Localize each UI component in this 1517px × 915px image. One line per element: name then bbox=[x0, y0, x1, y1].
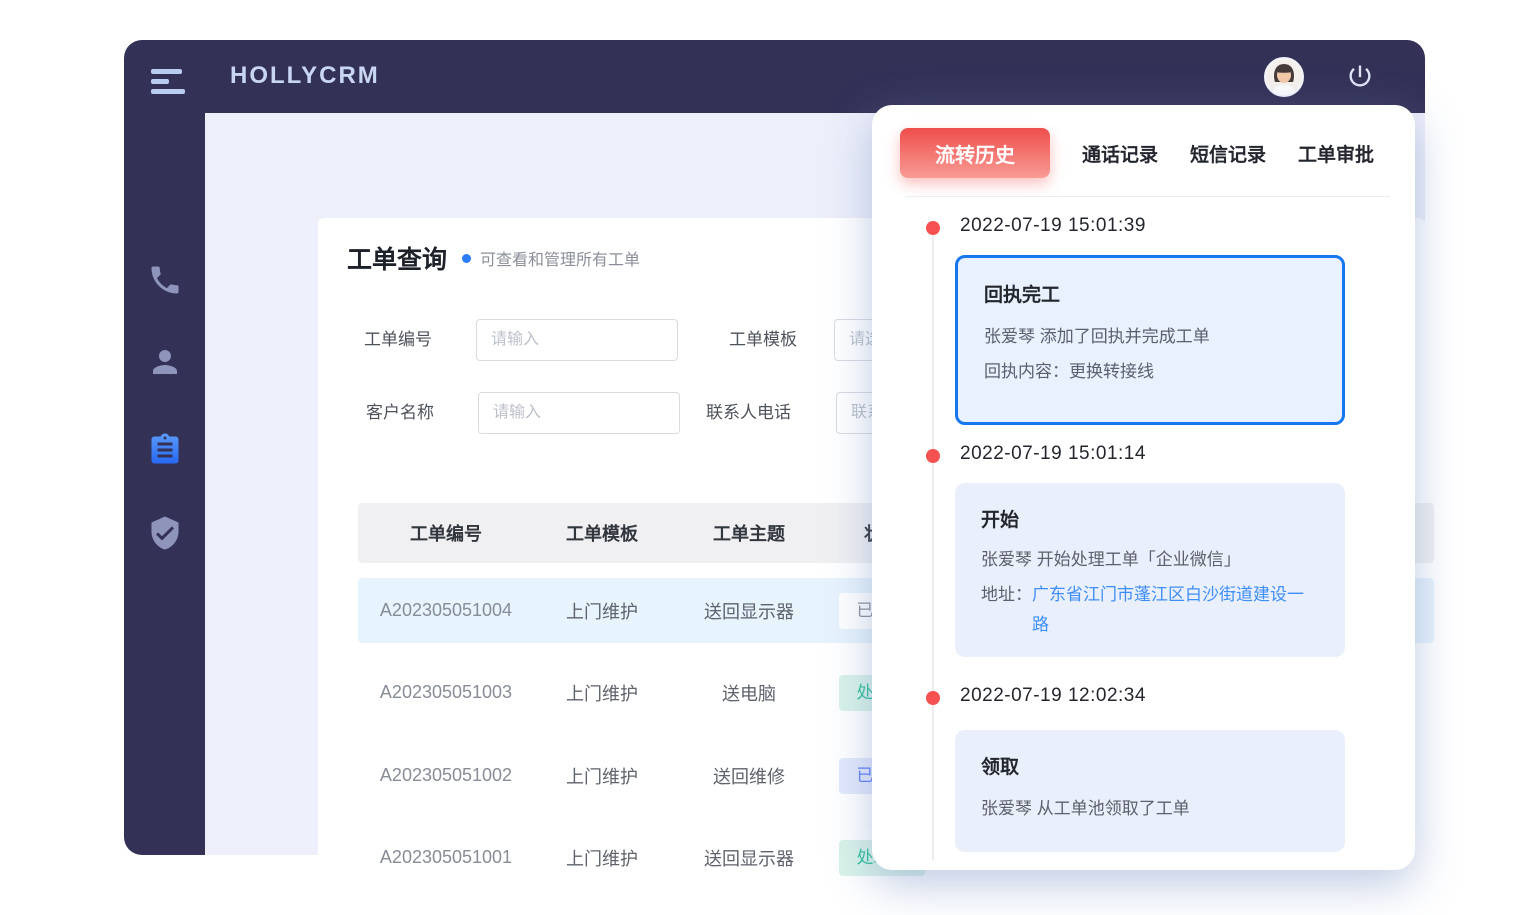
address-link[interactable]: 广东省江门市蓬江区白沙街道建设一路 bbox=[1032, 580, 1312, 640]
timeline-card-title: 开始 bbox=[981, 505, 1319, 532]
table-header-order-id: 工单编号 bbox=[358, 520, 534, 546]
tab-sms-records[interactable]: 短信记录 bbox=[1190, 140, 1266, 167]
brand-logo: HOLLYCRM bbox=[230, 62, 380, 90]
user-avatar[interactable] bbox=[1264, 57, 1304, 97]
timeline-card-claim[interactable]: 领取 张爱琴 从工单池领取了工单 bbox=[955, 730, 1345, 852]
timeline-dot bbox=[926, 449, 940, 463]
logout-power-icon[interactable] bbox=[1346, 62, 1374, 90]
shield-check-icon bbox=[147, 515, 183, 551]
timeline-card-title: 领取 bbox=[981, 752, 1319, 779]
timeline-dot bbox=[926, 221, 940, 235]
timeline-timestamp: 2022-07-19 15:01:39 bbox=[960, 215, 1146, 237]
timeline-card-text: 回执内容：更换转接线 bbox=[984, 354, 1316, 389]
timeline-card-text: 张爱琴 从工单池领取了工单 bbox=[981, 791, 1319, 826]
tab-order-approval[interactable]: 工单审批 bbox=[1298, 140, 1374, 167]
panel-tabs: 流转历史 通话记录 短信记录 工单审批 bbox=[900, 128, 1374, 178]
contacts-icon bbox=[147, 344, 183, 380]
filter-label-order-id: 工单编号 bbox=[364, 319, 432, 361]
filter-label-customer: 客户名称 bbox=[366, 392, 434, 434]
address-label: 地址： bbox=[981, 580, 1032, 640]
avatar-image bbox=[1266, 59, 1302, 95]
timeline-timestamp: 2022-07-19 12:02:34 bbox=[960, 685, 1146, 707]
screen: HOLLYCRM bbox=[0, 0, 1517, 915]
tabs-divider bbox=[905, 196, 1390, 197]
timeline-card-start[interactable]: 开始 张爱琴 开始处理工单「企业微信」 地址： 广东省江门市蓬江区白沙街道建设一… bbox=[955, 483, 1345, 657]
page-title: 工单查询 bbox=[347, 240, 447, 276]
table-header-subject: 工单主题 bbox=[670, 520, 828, 546]
timeline-card-text: 张爱琴 开始处理工单「企业微信」 bbox=[981, 544, 1319, 576]
topbar: HOLLYCRM bbox=[124, 40, 1425, 113]
customer-name-input[interactable] bbox=[478, 392, 680, 434]
detail-panel: 流转历史 通话记录 短信记录 工单审批 2022-07-19 15:01:39 … bbox=[872, 105, 1415, 870]
timeline-card-completed[interactable]: 回执完工 张爱琴 添加了回执并完成工单 回执内容：更换转接线 bbox=[955, 255, 1345, 425]
filter-label-template: 工单模板 bbox=[729, 319, 797, 361]
timeline-line bbox=[932, 235, 934, 860]
sidebar-item-phone[interactable] bbox=[147, 262, 183, 298]
page-subtitle: 可查看和管理所有工单 bbox=[480, 246, 640, 270]
menu-toggle-icon[interactable] bbox=[151, 69, 185, 97]
filter-label-contact-phone: 联系人电话 bbox=[706, 392, 791, 434]
sidebar-item-security[interactable] bbox=[147, 515, 183, 551]
phone-icon bbox=[147, 262, 183, 298]
subtitle-dot bbox=[462, 254, 471, 263]
tab-flow-history[interactable]: 流转历史 bbox=[900, 128, 1050, 178]
sidebar-item-work-orders[interactable] bbox=[147, 432, 183, 468]
tab-call-records[interactable]: 通话记录 bbox=[1082, 140, 1158, 167]
timeline-timestamp: 2022-07-19 15:01:14 bbox=[960, 443, 1146, 465]
table-header-template: 工单模板 bbox=[534, 520, 670, 546]
work-orders-icon bbox=[147, 432, 183, 468]
sidebar bbox=[124, 113, 205, 855]
order-id-input[interactable] bbox=[476, 319, 678, 361]
timeline-dot bbox=[926, 691, 940, 705]
timeline-card-text: 张爱琴 添加了回执并完成工单 bbox=[984, 319, 1316, 354]
timeline-card-title: 回执完工 bbox=[984, 280, 1316, 307]
sidebar-item-contacts[interactable] bbox=[147, 344, 183, 380]
